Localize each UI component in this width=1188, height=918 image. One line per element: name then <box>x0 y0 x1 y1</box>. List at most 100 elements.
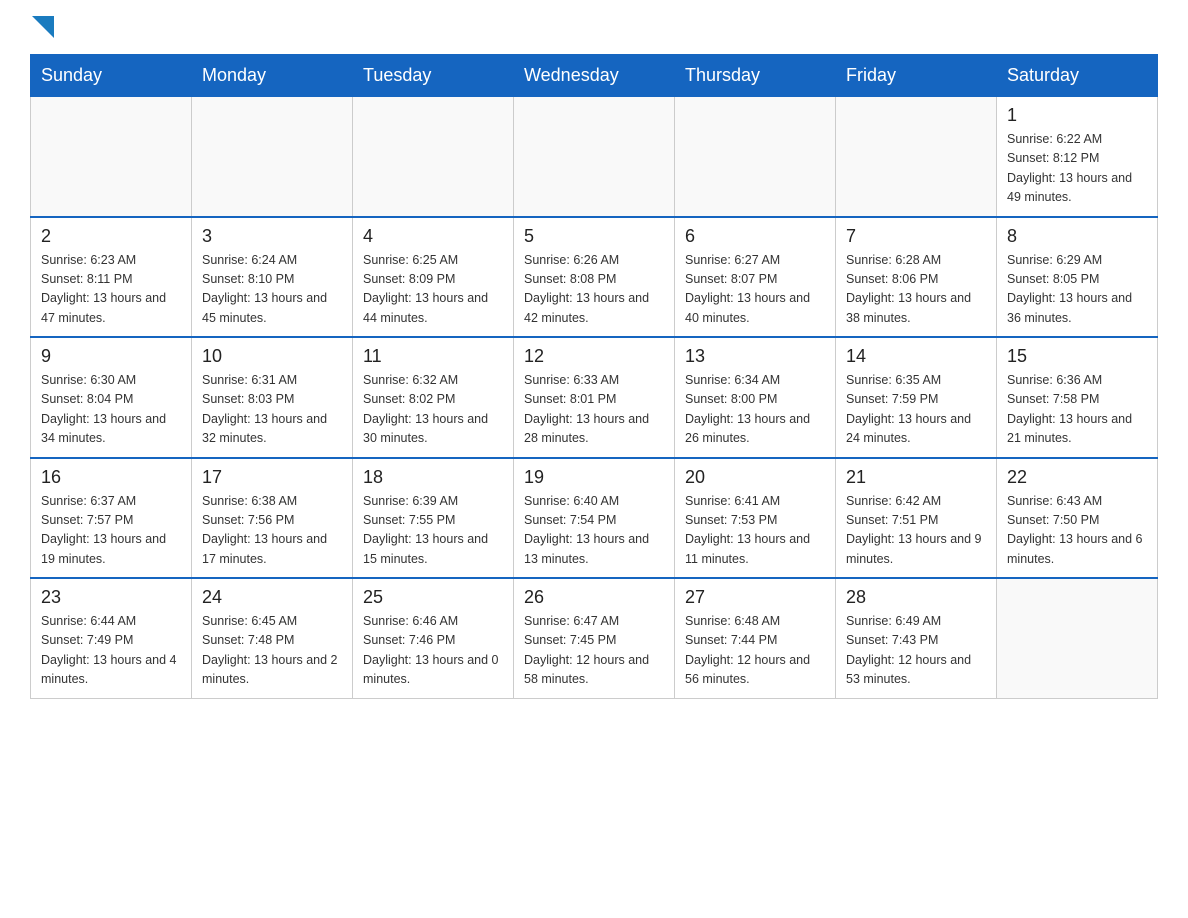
day-number: 25 <box>363 587 503 608</box>
logo-arrow-icon <box>32 16 54 38</box>
calendar-cell: 5Sunrise: 6:26 AMSunset: 8:08 PMDaylight… <box>514 217 675 338</box>
calendar-cell: 20 Sunrise: 6:41 AMSunset: 7:53 PMDayligh… <box>675 458 836 579</box>
calendar-cell <box>192 97 353 217</box>
day-info: Sunrise: 6:42 AMSunset: 7:51 PMDaylight:… <box>846 492 986 570</box>
day-info: Sunrise: 6:34 AMSunset: 8:00 PMDaylight:… <box>685 371 825 449</box>
col-wednesday: Wednesday <box>514 55 675 97</box>
calendar-cell: 1Sunrise: 6:22 AMSunset: 8:12 PMDaylight… <box>997 97 1158 217</box>
calendar-week-4: 16Sunrise: 6:37 AMSunset: 7:57 PMDayligh… <box>31 458 1158 579</box>
day-number: 22 <box>1007 467 1147 488</box>
day-info: Sunrise: 6:27 AMSunset: 8:07 PMDaylight:… <box>685 251 825 329</box>
calendar-cell: 21 Sunrise: 6:42 AMSunset: 7:51 PMDayligh… <box>836 458 997 579</box>
day-info: Sunrise: 6:25 AMSunset: 8:09 PMDaylight:… <box>363 251 503 329</box>
calendar-cell: 12 Sunrise: 6:33 AMSunset: 8:01 PMDayligh… <box>514 337 675 458</box>
calendar-header: Sunday Monday Tuesday Wednesday Thursday… <box>31 55 1158 97</box>
header-row: Sunday Monday Tuesday Wednesday Thursday… <box>31 55 1158 97</box>
day-info: Sunrise: 6:28 AMSunset: 8:06 PMDaylight:… <box>846 251 986 329</box>
day-number: 17 <box>202 467 342 488</box>
day-number: 9 <box>41 346 181 367</box>
day-number: 6 <box>685 226 825 247</box>
calendar-cell <box>353 97 514 217</box>
calendar-week-5: 23 Sunrise: 6:44 AMSunset: 7:49 PMDayligh… <box>31 578 1158 698</box>
day-info: Sunrise: 6:49 AMSunset: 7:43 PMDaylight:… <box>846 612 986 690</box>
day-info: Sunrise: 6:23 AMSunset: 8:11 PMDaylight:… <box>41 251 181 329</box>
col-monday: Monday <box>192 55 353 97</box>
day-info: Sunrise: 6:40 AMSunset: 7:54 PMDaylight:… <box>524 492 664 570</box>
day-number: 11 <box>363 346 503 367</box>
day-number: 18 <box>363 467 503 488</box>
calendar-cell: 4 Sunrise: 6:25 AMSunset: 8:09 PMDaylight… <box>353 217 514 338</box>
col-saturday: Saturday <box>997 55 1158 97</box>
day-info: Sunrise: 6:29 AMSunset: 8:05 PMDaylight:… <box>1007 251 1147 329</box>
calendar-cell <box>836 97 997 217</box>
col-thursday: Thursday <box>675 55 836 97</box>
day-info: Sunrise: 6:44 AMSunset: 7:49 PMDaylight:… <box>41 612 181 690</box>
day-number: 5 <box>524 226 664 247</box>
calendar-body: 1Sunrise: 6:22 AMSunset: 8:12 PMDaylight… <box>31 97 1158 699</box>
calendar-week-1: 1Sunrise: 6:22 AMSunset: 8:12 PMDaylight… <box>31 97 1158 217</box>
calendar-cell: 17Sunrise: 6:38 AMSunset: 7:56 PMDayligh… <box>192 458 353 579</box>
col-sunday: Sunday <box>31 55 192 97</box>
day-info: Sunrise: 6:41 AMSunset: 7:53 PMDaylight:… <box>685 492 825 570</box>
col-friday: Friday <box>836 55 997 97</box>
day-number: 28 <box>846 587 986 608</box>
calendar-cell: 22Sunrise: 6:43 AMSunset: 7:50 PMDayligh… <box>997 458 1158 579</box>
day-info: Sunrise: 6:37 AMSunset: 7:57 PMDaylight:… <box>41 492 181 570</box>
day-info: Sunrise: 6:32 AMSunset: 8:02 PMDaylight:… <box>363 371 503 449</box>
calendar-cell: 26Sunrise: 6:47 AMSunset: 7:45 PMDayligh… <box>514 578 675 698</box>
calendar-cell <box>675 97 836 217</box>
day-number: 1 <box>1007 105 1147 126</box>
day-info: Sunrise: 6:48 AMSunset: 7:44 PMDaylight:… <box>685 612 825 690</box>
calendar-cell: 14 Sunrise: 6:35 AMSunset: 7:59 PMDayligh… <box>836 337 997 458</box>
logo <box>30 20 54 38</box>
calendar-cell: 9 Sunrise: 6:30 AMSunset: 8:04 PMDaylight… <box>31 337 192 458</box>
day-info: Sunrise: 6:36 AMSunset: 7:58 PMDaylight:… <box>1007 371 1147 449</box>
calendar-cell: 2 Sunrise: 6:23 AMSunset: 8:11 PMDaylight… <box>31 217 192 338</box>
calendar-cell: 18 Sunrise: 6:39 AMSunset: 7:55 PMDayligh… <box>353 458 514 579</box>
calendar-cell <box>514 97 675 217</box>
calendar-cell: 7 Sunrise: 6:28 AMSunset: 8:06 PMDaylight… <box>836 217 997 338</box>
day-number: 3 <box>202 226 342 247</box>
day-number: 23 <box>41 587 181 608</box>
day-info: Sunrise: 6:45 AMSunset: 7:48 PMDaylight:… <box>202 612 342 690</box>
day-number: 8 <box>1007 226 1147 247</box>
calendar-cell <box>997 578 1158 698</box>
calendar-cell: 27 Sunrise: 6:48 AMSunset: 7:44 PMDayligh… <box>675 578 836 698</box>
day-number: 27 <box>685 587 825 608</box>
calendar-table: Sunday Monday Tuesday Wednesday Thursday… <box>30 54 1158 699</box>
day-info: Sunrise: 6:24 AMSunset: 8:10 PMDaylight:… <box>202 251 342 329</box>
day-number: 20 <box>685 467 825 488</box>
day-info: Sunrise: 6:30 AMSunset: 8:04 PMDaylight:… <box>41 371 181 449</box>
col-tuesday: Tuesday <box>353 55 514 97</box>
day-info: Sunrise: 6:35 AMSunset: 7:59 PMDaylight:… <box>846 371 986 449</box>
day-number: 4 <box>363 226 503 247</box>
calendar-cell: 13Sunrise: 6:34 AMSunset: 8:00 PMDayligh… <box>675 337 836 458</box>
day-info: Sunrise: 6:46 AMSunset: 7:46 PMDaylight:… <box>363 612 503 690</box>
calendar-cell: 10Sunrise: 6:31 AMSunset: 8:03 PMDayligh… <box>192 337 353 458</box>
calendar-cell: 16Sunrise: 6:37 AMSunset: 7:57 PMDayligh… <box>31 458 192 579</box>
calendar-cell: 15Sunrise: 6:36 AMSunset: 7:58 PMDayligh… <box>997 337 1158 458</box>
calendar-cell: 28 Sunrise: 6:49 AMSunset: 7:43 PMDayligh… <box>836 578 997 698</box>
calendar-cell: 6 Sunrise: 6:27 AMSunset: 8:07 PMDaylight… <box>675 217 836 338</box>
page-header <box>30 20 1158 38</box>
calendar-week-2: 2 Sunrise: 6:23 AMSunset: 8:11 PMDaylight… <box>31 217 1158 338</box>
calendar-cell: 11 Sunrise: 6:32 AMSunset: 8:02 PMDayligh… <box>353 337 514 458</box>
calendar-cell: 24 Sunrise: 6:45 AMSunset: 7:48 PMDayligh… <box>192 578 353 698</box>
day-info: Sunrise: 6:39 AMSunset: 7:55 PMDaylight:… <box>363 492 503 570</box>
calendar-cell: 19 Sunrise: 6:40 AMSunset: 7:54 PMDayligh… <box>514 458 675 579</box>
day-number: 14 <box>846 346 986 367</box>
calendar-cell: 8 Sunrise: 6:29 AMSunset: 8:05 PMDaylight… <box>997 217 1158 338</box>
day-number: 10 <box>202 346 342 367</box>
calendar-cell: 3 Sunrise: 6:24 AMSunset: 8:10 PMDaylight… <box>192 217 353 338</box>
calendar-cell <box>31 97 192 217</box>
day-number: 2 <box>41 226 181 247</box>
calendar-cell: 23 Sunrise: 6:44 AMSunset: 7:49 PMDayligh… <box>31 578 192 698</box>
day-number: 19 <box>524 467 664 488</box>
day-number: 24 <box>202 587 342 608</box>
calendar-week-3: 9 Sunrise: 6:30 AMSunset: 8:04 PMDaylight… <box>31 337 1158 458</box>
day-number: 12 <box>524 346 664 367</box>
day-info: Sunrise: 6:33 AMSunset: 8:01 PMDaylight:… <box>524 371 664 449</box>
calendar-cell: 25 Sunrise: 6:46 AMSunset: 7:46 PMDayligh… <box>353 578 514 698</box>
day-number: 21 <box>846 467 986 488</box>
day-number: 7 <box>846 226 986 247</box>
